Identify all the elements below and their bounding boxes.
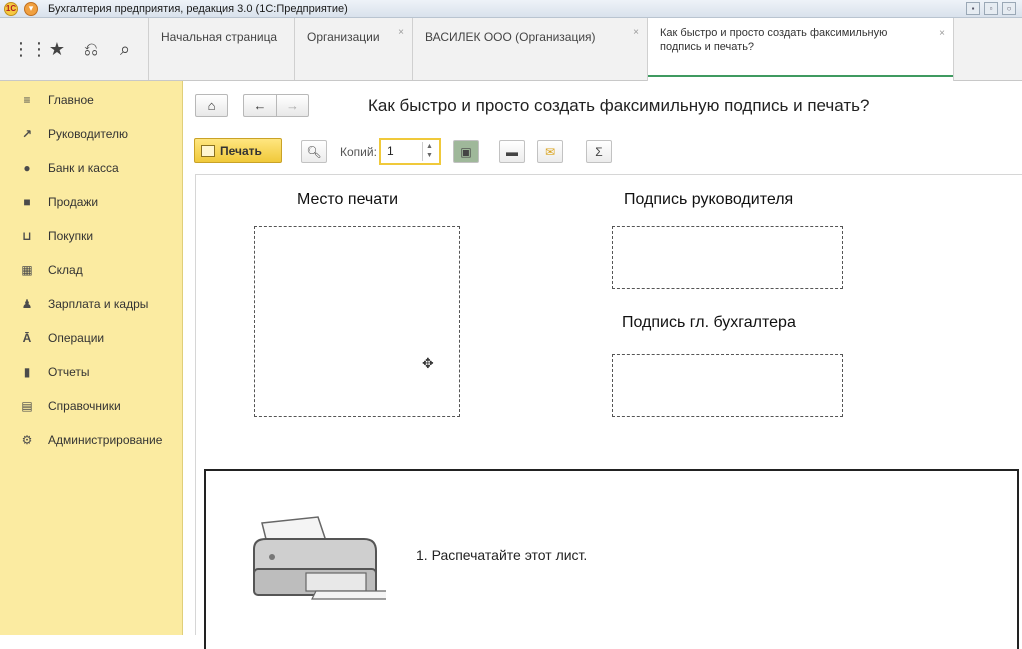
send-email-button[interactable]: ✉ — [537, 140, 563, 163]
arrow-right-icon: → — [286, 98, 299, 113]
tab-label: Организации — [307, 30, 380, 44]
main-content: ⌂ ← → Как быстро и просто создать факсим… — [183, 81, 1022, 649]
list-icon: ≡ — [23, 93, 31, 107]
window-controls: ▪ ▫ ○ — [966, 2, 1016, 15]
director-signature-label: Подпись руководителя — [624, 191, 794, 208]
search-icon[interactable]: ⌕ — [114, 39, 136, 60]
sidebar-item-reports[interactable]: ▮ Отчеты — [0, 355, 182, 389]
tab-label: ВАСИЛЕК ООО (Организация) — [425, 30, 596, 44]
top-panel: ⋮⋮ ★ ⎌ ⌕ Начальная страница Организации … — [0, 18, 1022, 81]
sidebar-item-catalogs[interactable]: ▤ Справочники — [0, 389, 182, 423]
sidebar-item-label: Операции — [48, 331, 105, 345]
sidebar-item-label: Продажи — [48, 195, 99, 209]
history-icon[interactable]: ⎌ — [80, 39, 102, 60]
copies-label: Копий: — [340, 145, 377, 159]
copies-input[interactable]: 1 ▲ ▼ — [379, 138, 441, 165]
sidebar-item-label: Отчеты — [48, 365, 90, 379]
tab-facsimile-guide[interactable]: Как быстро и просто создать факсимильную… — [647, 18, 954, 81]
tab-label-line2: подпись и печать? — [660, 41, 755, 53]
apps-grid-icon[interactable]: ⋮⋮ — [12, 39, 48, 60]
close-icon[interactable]: × — [939, 27, 945, 41]
page-title: Как быстро и просто создать факсимильную… — [368, 96, 870, 115]
sidebar-item-director[interactable]: ↗ Руководителю — [0, 117, 182, 151]
bag-icon: ■ — [23, 195, 31, 209]
save-button[interactable]: ▬ — [499, 140, 525, 163]
sidebar-item-bank[interactable]: ● Банк и касса — [0, 151, 182, 185]
sidebar-item-main[interactable]: ≡ Главное — [0, 83, 182, 117]
search-icon[interactable]: ○ — [1002, 2, 1016, 15]
edit-mode-button[interactable]: ▣ — [453, 140, 479, 163]
envelope-icon: ✉ — [544, 144, 556, 159]
tab-vasilek-organization[interactable]: ВАСИЛЕК ООО (Организация) × — [412, 18, 647, 80]
preview-icon: 🔍︎ — [306, 144, 322, 159]
forward-button[interactable]: → — [276, 94, 309, 117]
sidebar-item-sales[interactable]: ■ Продажи — [0, 185, 182, 219]
copies-value: 1 — [387, 144, 394, 158]
sum-button[interactable]: Σ — [586, 140, 612, 163]
app-logo-icon: 1С — [4, 1, 18, 16]
warehouse-icon: ▦ — [21, 263, 33, 277]
cart-icon: ⊔ — [22, 229, 32, 243]
arrow-left-icon: ← — [253, 98, 267, 113]
main-menu-icon[interactable]: ▾ — [24, 1, 38, 16]
sidebar-item-salary[interactable]: ♟ Зарплата и кадры — [0, 287, 182, 321]
preview-button[interactable]: 🔍︎ — [301, 140, 327, 163]
sidebar-item-label: Справочники — [48, 399, 121, 413]
accountant-signature-area — [612, 354, 843, 417]
instruction-box: 1. Распечатайте этот лист. — [204, 469, 1019, 649]
sidebar-item-label: Руководителю — [48, 127, 129, 141]
back-button[interactable]: ← — [243, 94, 276, 117]
instruction-step-1: 1. Распечатайте этот лист. — [416, 547, 588, 563]
close-icon[interactable]: × — [398, 27, 404, 38]
sidebar-item-label: Покупки — [48, 229, 94, 243]
accountant-signature-label: Подпись гл. бухгалтера — [622, 314, 796, 331]
sections-sidebar: ≡ Главное ↗ Руководителю ● Банк и касса … — [0, 81, 183, 635]
sidebar-item-label: Главное — [48, 93, 94, 107]
move-cursor-icon: ✥ — [422, 355, 434, 371]
gear-icon: ⚙ — [21, 433, 33, 447]
print-icon[interactable]: ▫ — [984, 2, 998, 15]
top-icons: ⋮⋮ ★ ⎌ ⌕ — [0, 18, 148, 81]
books-icon: ▤ — [21, 399, 33, 413]
sidebar-item-purchases[interactable]: ⊔ Покупки — [0, 219, 182, 253]
sidebar-item-operations[interactable]: Ā Операции — [0, 321, 182, 355]
sidebar-item-label: Зарплата и кадры — [48, 297, 149, 311]
home-button[interactable]: ⌂ — [195, 94, 228, 117]
spreadsheet-document[interactable]: Место печати ✥ Подпись руководителя Подп… — [195, 174, 1022, 649]
bar-chart-icon: ▮ — [23, 365, 31, 379]
director-signature-area — [612, 226, 843, 289]
save-icon[interactable]: ▪ — [966, 2, 980, 15]
printer-illustration-icon — [253, 516, 386, 600]
tab-organizations[interactable]: Организации × — [294, 18, 412, 80]
close-icon[interactable]: × — [633, 27, 639, 38]
tab-label: Начальная страница — [161, 30, 278, 44]
home-icon: ⌂ — [207, 98, 216, 113]
tab-home[interactable]: Начальная страница — [148, 18, 294, 80]
print-button-label: Печать — [220, 143, 262, 158]
sidebar-item-label: Банк и касса — [48, 161, 119, 175]
window-titlebar: 1С ▾ Бухгалтерия предприятия, редакция 3… — [0, 0, 1022, 18]
coin-icon: ● — [23, 161, 31, 175]
sidebar-item-warehouse[interactable]: ▦ Склад — [0, 253, 182, 287]
favorites-star-icon[interactable]: ★ — [46, 39, 68, 60]
print-button[interactable]: Печать — [194, 138, 282, 163]
sidebar-item-label: Склад — [48, 263, 83, 277]
stamp-area — [254, 226, 460, 417]
stamp-place-label: Место печати — [297, 191, 399, 208]
sidebar-item-label: Администрирование — [48, 433, 163, 447]
person-icon: ♟ — [21, 297, 33, 311]
sum-icon: Σ — [595, 144, 603, 159]
floppy-disk-icon: ▬ — [506, 144, 518, 159]
trend-icon: ↗ — [21, 127, 33, 141]
tab-label-line1: Как быстро и просто создать факсимильную — [660, 27, 888, 39]
operations-icon: Ā — [22, 331, 32, 345]
printer-icon — [201, 144, 215, 157]
sidebar-item-administration[interactable]: ⚙ Администрирование — [0, 423, 182, 457]
copies-stepper[interactable]: ▲ ▼ — [422, 142, 436, 161]
window-title: Бухгалтерия предприятия, редакция 3.0 (1… — [48, 2, 348, 15]
table-check-icon: ▣ — [460, 144, 472, 159]
